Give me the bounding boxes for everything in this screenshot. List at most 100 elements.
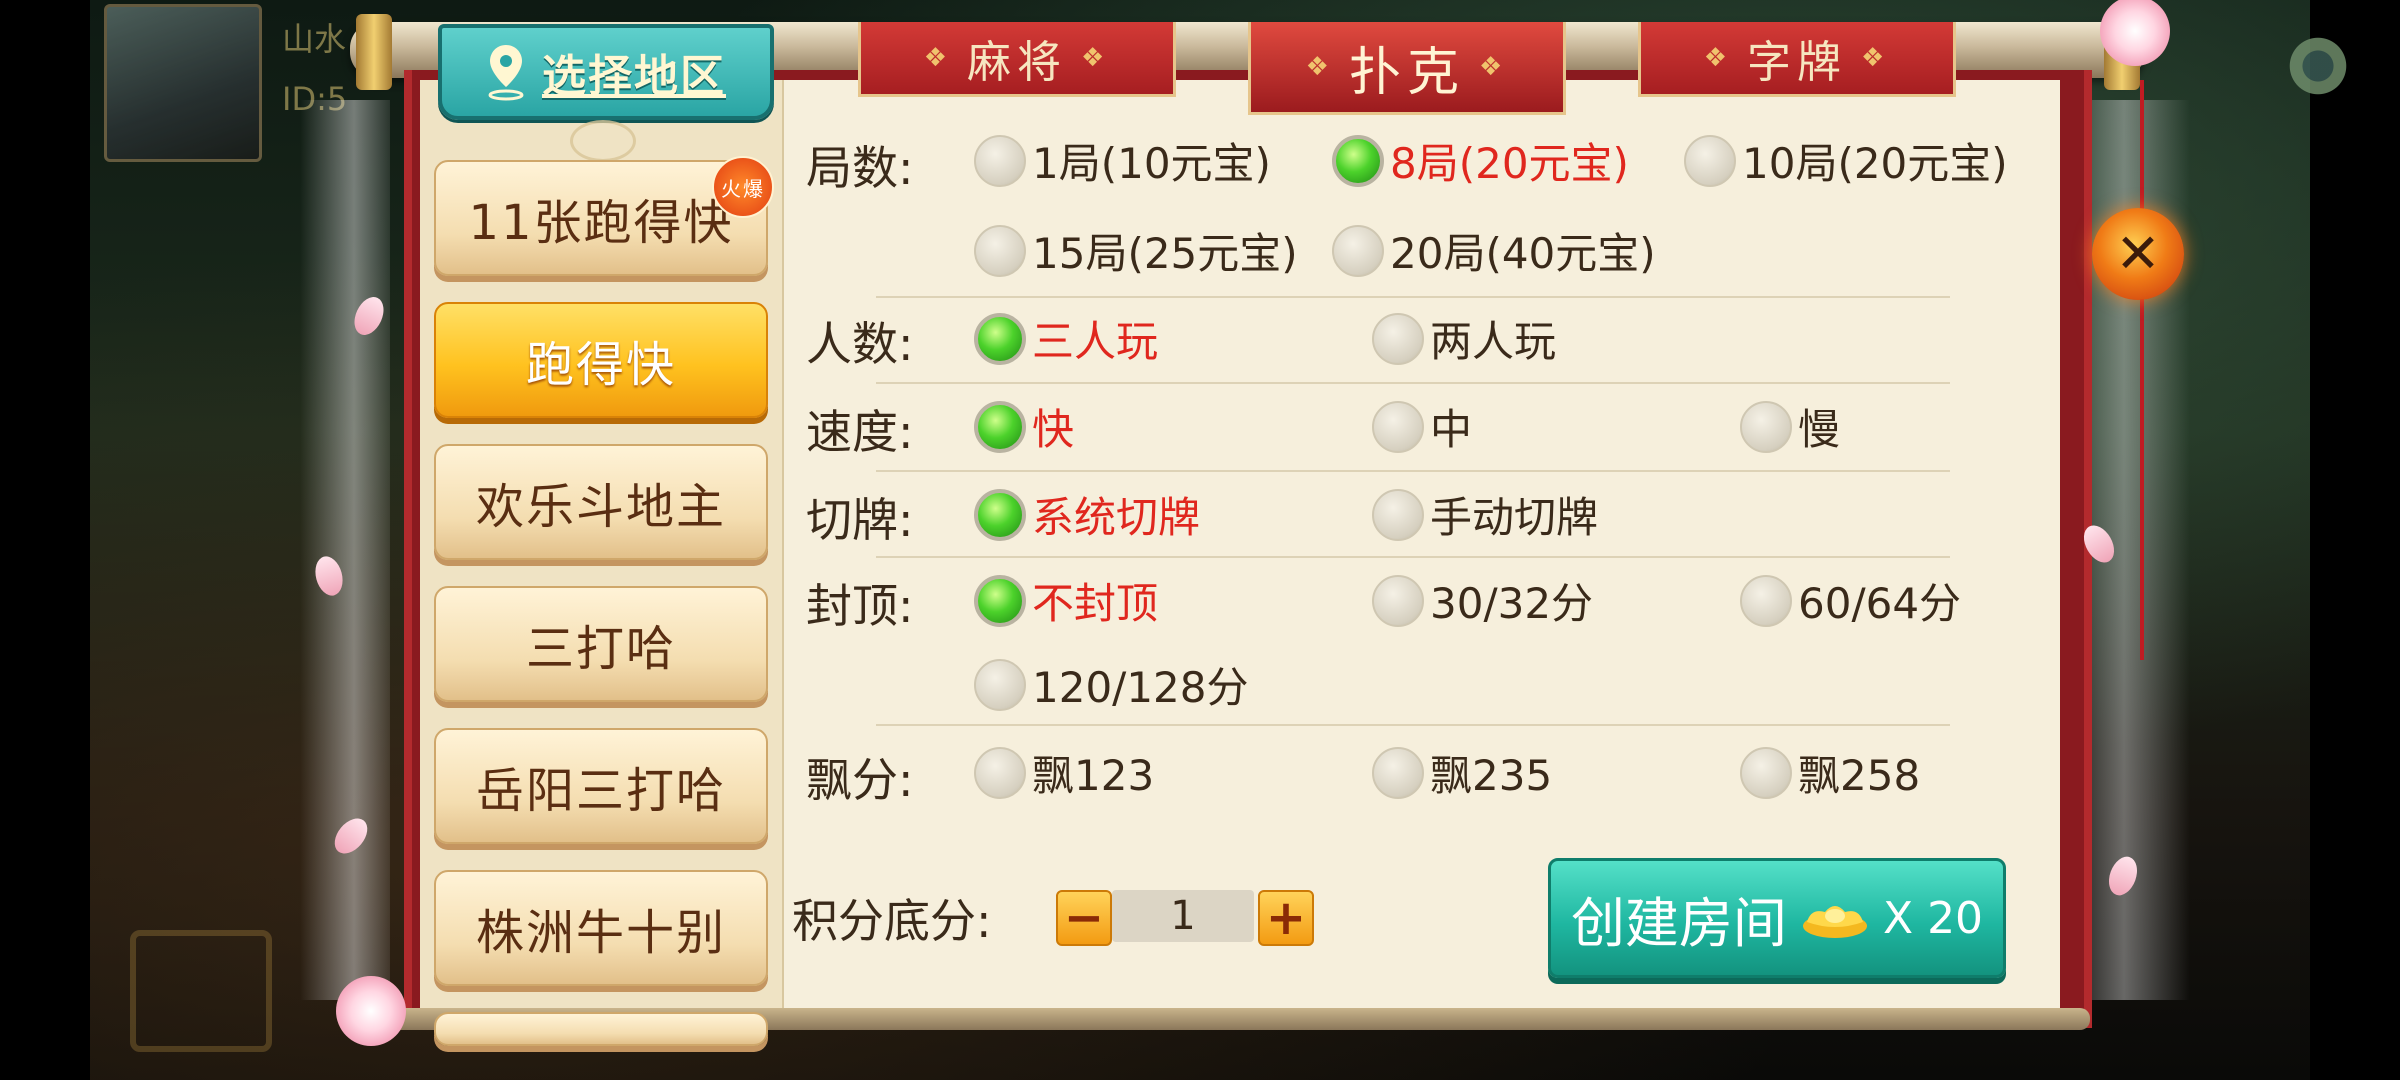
divider	[876, 470, 1950, 472]
rounds-option-text: 15局(25元宝)	[1032, 229, 1298, 278]
speed-option-text: 中	[1430, 405, 1473, 454]
rounds-option-20[interactable]: 20局(40元宝)	[1332, 220, 1656, 281]
radio-button[interactable]	[1372, 574, 1424, 627]
game-item-label: 岳阳三打哈	[475, 763, 726, 819]
radio-button[interactable]	[1372, 400, 1424, 453]
close-icon: ✕	[2115, 222, 2161, 285]
radio-button[interactable]	[974, 134, 1026, 187]
float-option-123[interactable]: 飘123	[974, 742, 1154, 803]
speed-option-slow[interactable]: 慢	[1740, 396, 1840, 457]
hot-badge: 火爆	[712, 156, 774, 218]
game-item-happy-landlord[interactable]: 欢乐斗地主	[434, 444, 768, 560]
location-pin-icon	[488, 45, 524, 101]
radio-button[interactable]	[1740, 400, 1792, 453]
float-option-235[interactable]: 飘235	[1372, 742, 1552, 803]
players-option-three[interactable]: 三人玩	[974, 308, 1158, 369]
speed-label: 速度:	[806, 405, 914, 459]
game-item-label: 11张跑得快	[468, 195, 734, 251]
radio-button-checked[interactable]	[974, 312, 1026, 365]
tab-poker[interactable]: ❖ 扑克 ❖	[1248, 22, 1566, 115]
game-item-run-fast[interactable]: 跑得快	[434, 302, 768, 418]
float-option-258[interactable]: 飘258	[1740, 742, 1920, 803]
curtain-left	[300, 100, 390, 1000]
cap-option-60-64[interactable]: 60/64分	[1740, 570, 1961, 631]
radio-button[interactable]	[974, 746, 1026, 799]
float-option-text: 飘235	[1430, 751, 1553, 800]
speed-option-fast[interactable]: 快	[974, 396, 1074, 457]
cap-option-30-32[interactable]: 30/32分	[1372, 570, 1593, 631]
rounds-label: 局数:	[806, 141, 914, 195]
radio-button-checked[interactable]	[974, 488, 1026, 541]
ornament-icon: ❖	[923, 43, 953, 73]
cap-option-text: 60/64分	[1798, 579, 1962, 628]
float-option-text: 飘258	[1798, 751, 1921, 800]
rounds-option-15[interactable]: 15局(25元宝)	[974, 220, 1298, 281]
game-item-label: 三打哈	[525, 621, 676, 677]
player-name: 山水	[282, 20, 347, 58]
radio-button[interactable]	[974, 658, 1026, 711]
select-region-label: 选择地区	[542, 51, 726, 102]
players-option-text: 两人玩	[1430, 317, 1557, 366]
game-item-zhuzhou-niu-shi-bie[interactable]: 株洲牛十别	[434, 870, 768, 986]
game-item-yueyang-san-da-ha[interactable]: 岳阳三打哈	[434, 728, 768, 844]
game-item-san-da-ha[interactable]: 三打哈	[434, 586, 768, 702]
speed-option-medium[interactable]: 中	[1372, 396, 1472, 457]
float-label: 飘分:	[806, 753, 914, 807]
cap-option-text: 不封顶	[1032, 579, 1159, 628]
cap-option-120-128[interactable]: 120/128分	[974, 654, 1248, 715]
ornament-icon: ❖	[1861, 43, 1891, 73]
radio-button[interactable]	[1740, 746, 1792, 799]
base-score-increment-button[interactable]: +	[1258, 890, 1314, 946]
radio-button[interactable]	[1372, 746, 1424, 799]
radio-button[interactable]	[1372, 312, 1424, 365]
rounds-option-10[interactable]: 10局(20元宝)	[1684, 130, 2008, 191]
cap-label: 封顶:	[806, 579, 914, 633]
players-option-two[interactable]: 两人玩	[1372, 308, 1556, 369]
rounds-option-text: 20局(40元宝)	[1390, 229, 1656, 278]
speed-option-text: 快	[1032, 405, 1075, 454]
tab-word-cards[interactable]: ❖ 字牌 ❖	[1638, 22, 1956, 97]
rounds-option-text: 8局(20元宝)	[1390, 139, 1629, 188]
game-list: 11张跑得快 火爆 跑得快 欢乐斗地主 三打哈 岳阳三打哈 株洲牛十别	[434, 156, 774, 1072]
tab-mahjong-label: 麻将	[967, 37, 1067, 88]
tab-word-cards-label: 字牌	[1747, 37, 1847, 88]
create-room-button[interactable]: 创建房间 X 20	[1548, 858, 2006, 978]
shop-cart-icon	[130, 930, 272, 1052]
players-label: 人数:	[806, 317, 914, 371]
cap-option-no-cap[interactable]: 不封顶	[974, 570, 1158, 631]
radio-button-checked[interactable]	[974, 574, 1026, 627]
left-letterbox	[0, 0, 90, 1080]
cap-option-text: 30/32分	[1430, 579, 1594, 628]
game-item-label: 欢乐斗地主	[475, 479, 726, 535]
radio-button[interactable]	[1332, 224, 1384, 277]
ornament-icon: ❖	[1703, 43, 1733, 73]
game-item-partial[interactable]	[434, 1012, 768, 1046]
create-room-cost: X 20	[1882, 892, 1984, 944]
cut-option-system[interactable]: 系统切牌	[974, 484, 1200, 545]
close-button[interactable]: ✕	[2092, 208, 2184, 300]
select-region-button[interactable]: 选择地区	[438, 24, 774, 120]
tab-poker-label: 扑克	[1348, 42, 1465, 103]
gold-ingot-icon	[1802, 906, 1867, 938]
radio-button[interactable]	[974, 224, 1026, 277]
tab-mahjong[interactable]: ❖ 麻将 ❖	[858, 22, 1176, 97]
ornament-icon: ❖	[1479, 52, 1509, 82]
radio-button[interactable]	[1740, 574, 1792, 627]
divider	[876, 556, 1950, 558]
rounds-option-text: 10局(20元宝)	[1742, 139, 2008, 188]
scroll-rod-cap-left	[356, 14, 392, 90]
cut-option-text: 系统切牌	[1032, 493, 1201, 542]
cut-label: 切牌:	[806, 493, 914, 547]
radio-button[interactable]	[1372, 488, 1424, 541]
ornament-icon: ❖	[1305, 52, 1335, 82]
radio-button[interactable]	[1684, 134, 1736, 187]
radio-button-checked[interactable]	[974, 400, 1026, 453]
radio-button-checked[interactable]	[1332, 134, 1384, 187]
rounds-option-1[interactable]: 1局(10元宝)	[974, 130, 1271, 191]
player-avatar	[104, 4, 262, 162]
game-item-11-run-fast[interactable]: 11张跑得快 火爆	[434, 156, 774, 276]
divider	[876, 382, 1950, 384]
cut-option-manual[interactable]: 手动切牌	[1372, 484, 1598, 545]
rounds-option-8[interactable]: 8局(20元宝)	[1332, 130, 1629, 191]
base-score-decrement-button[interactable]: −	[1056, 890, 1112, 946]
